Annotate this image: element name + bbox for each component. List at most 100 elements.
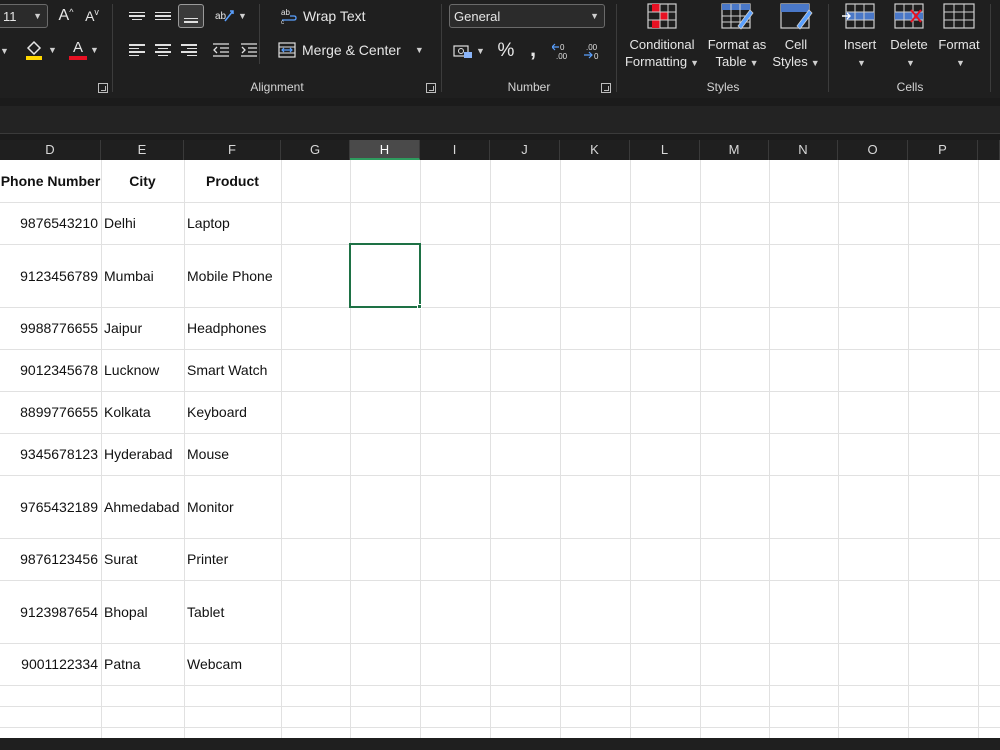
column-header-e[interactable]: E <box>101 140 184 160</box>
decrease-font-button[interactable]: Av <box>82 5 102 27</box>
font-chevron-button[interactable]: ▼ <box>0 40 10 62</box>
delete-cells-button[interactable]: Delete ▼ <box>884 2 934 72</box>
decrease-decimal-button[interactable]: .00 0 <box>581 40 605 62</box>
wrap-text-button[interactable]: ab c Wrap Text <box>280 5 372 27</box>
gridline <box>0 685 1000 686</box>
column-header-j[interactable]: J <box>490 140 560 160</box>
phone-cell[interactable]: 9345678123 <box>0 433 101 475</box>
formula-bar[interactable] <box>0 106 1000 134</box>
column-header-f[interactable]: F <box>184 140 281 160</box>
increase-font-button[interactable]: A ^ <box>56 5 76 27</box>
column-header-l[interactable]: L <box>630 140 700 160</box>
wrap-text-label: Wrap Text <box>303 8 366 24</box>
format-as-table-icon <box>721 3 754 30</box>
number-format-combo[interactable]: General ▼ <box>449 4 605 28</box>
header-cell[interactable]: City <box>101 160 184 202</box>
format-as-table-button[interactable]: Format as Table ▼ <box>704 2 770 72</box>
city-cell[interactable]: Lucknow <box>101 349 184 391</box>
column-header-h[interactable]: H <box>350 140 420 160</box>
format-cells-button[interactable]: Format ▼ <box>934 2 984 72</box>
decrease-decimal-icon: .00 0 <box>584 43 599 61</box>
phone-cell[interactable]: 8899776655 <box>0 391 101 433</box>
fill-color-button[interactable]: ▼ <box>20 38 60 62</box>
city-cell[interactable]: Hyderabad <box>101 433 184 475</box>
number-dialog-launcher[interactable] <box>601 83 611 93</box>
bottom-align-button[interactable] <box>178 4 204 28</box>
city-cell[interactable]: Delhi <box>101 202 184 244</box>
phone-cell[interactable]: 9765432189 <box>0 475 101 538</box>
font-size-combo[interactable]: 11 ▼ <box>0 4 48 28</box>
column-header-o[interactable]: O <box>838 140 908 160</box>
chevron-down-icon: ▼ <box>956 58 965 68</box>
header-cell[interactable]: Phone Number <box>0 160 101 202</box>
product-cell[interactable]: Printer <box>184 538 281 580</box>
product-cell[interactable]: Keyboard <box>184 391 281 433</box>
orientation-button[interactable]: ab ▼ <box>210 5 250 27</box>
decrease-indent-button[interactable] <box>210 40 232 60</box>
product-cell[interactable]: Laptop <box>184 202 281 244</box>
gridline <box>700 160 701 738</box>
gridline <box>560 160 561 738</box>
product-cell[interactable]: Tablet <box>184 580 281 643</box>
product-cell[interactable]: Mouse <box>184 433 281 475</box>
active-cell-selection[interactable] <box>349 243 421 308</box>
column-header-i[interactable]: I <box>420 140 490 160</box>
phone-cell[interactable]: 9123987654 <box>0 580 101 643</box>
cell-styles-button[interactable]: Cell Styles ▼ <box>770 2 822 72</box>
product-cell[interactable]: Monitor <box>184 475 281 538</box>
number-group: General ▼ ▼ % , 0 .00 .00 0 Number <box>443 0 615 98</box>
phone-cell[interactable]: 9988776655 <box>0 307 101 349</box>
city-cell[interactable]: Kolkata <box>101 391 184 433</box>
city-cell[interactable]: Mumbai <box>101 244 184 307</box>
increase-decimal-button[interactable]: 0 .00 <box>551 40 575 62</box>
product-cell[interactable]: Webcam <box>184 643 281 685</box>
percent-style-button[interactable]: % <box>495 40 517 62</box>
phone-cell[interactable]: 9001122334 <box>0 643 101 685</box>
divider <box>616 4 617 92</box>
phone-cell[interactable]: 9123456789 <box>0 244 101 307</box>
cells-group-label: Cells <box>896 80 924 94</box>
worksheet-grid[interactable]: Phone Number City Product 9876543210 Delhi La… <box>0 160 1000 738</box>
align-right-button[interactable] <box>178 40 200 60</box>
city-cell[interactable]: Jaipur <box>101 307 184 349</box>
city-cell[interactable]: Bhopal <box>101 580 184 643</box>
column-header-p[interactable]: P <box>908 140 978 160</box>
column-header-m[interactable]: M <box>700 140 769 160</box>
chevron-down-icon: ▼ <box>810 58 820 68</box>
header-cell[interactable]: Product <box>184 160 281 202</box>
column-header-n[interactable]: N <box>769 140 838 160</box>
column-header-g[interactable]: G <box>281 140 350 160</box>
column-header-k[interactable]: K <box>560 140 630 160</box>
merge-center-button[interactable]: Merge & Center ▼ <box>278 39 426 61</box>
cell-styles-icon <box>780 3 813 30</box>
phone-cell[interactable]: 9012345678 <box>0 349 101 391</box>
svg-text:0: 0 <box>594 52 599 61</box>
phone-cell[interactable]: 9876123456 <box>0 538 101 580</box>
delete-cells-icon <box>894 3 924 29</box>
align-left-button[interactable] <box>126 40 148 60</box>
font-color-button[interactable]: A ▼ <box>64 38 104 62</box>
middle-align-button[interactable] <box>152 6 174 26</box>
align-left-icon <box>129 44 145 56</box>
font-dialog-launcher[interactable] <box>98 83 108 93</box>
delete-label: Delete <box>890 37 928 52</box>
conditional-formatting-button[interactable]: Conditional Formatting ▼ <box>624 2 700 72</box>
fill-handle[interactable] <box>417 304 422 309</box>
insert-cells-button[interactable]: Insert ▼ <box>836 2 884 72</box>
top-align-button[interactable] <box>126 6 148 26</box>
bottom-align-icon <box>184 17 198 23</box>
align-center-button[interactable] <box>152 40 174 60</box>
increase-indent-button[interactable] <box>238 40 260 60</box>
accounting-format-button[interactable]: ▼ <box>449 40 489 62</box>
city-cell[interactable]: Surat <box>101 538 184 580</box>
product-cell[interactable]: Mobile Phone <box>184 244 281 307</box>
product-cell[interactable]: Headphones <box>184 307 281 349</box>
product-cell[interactable]: Smart Watch <box>184 349 281 391</box>
alignment-dialog-launcher[interactable] <box>426 83 436 93</box>
column-header-d[interactable]: D <box>0 140 101 160</box>
city-cell[interactable]: Ahmedabad <box>101 475 184 538</box>
phone-cell[interactable]: 9876543210 <box>0 202 101 244</box>
city-cell[interactable]: Patna <box>101 643 184 685</box>
column-header-next[interactable] <box>978 140 1000 160</box>
comma-style-button[interactable]: , <box>523 36 543 61</box>
